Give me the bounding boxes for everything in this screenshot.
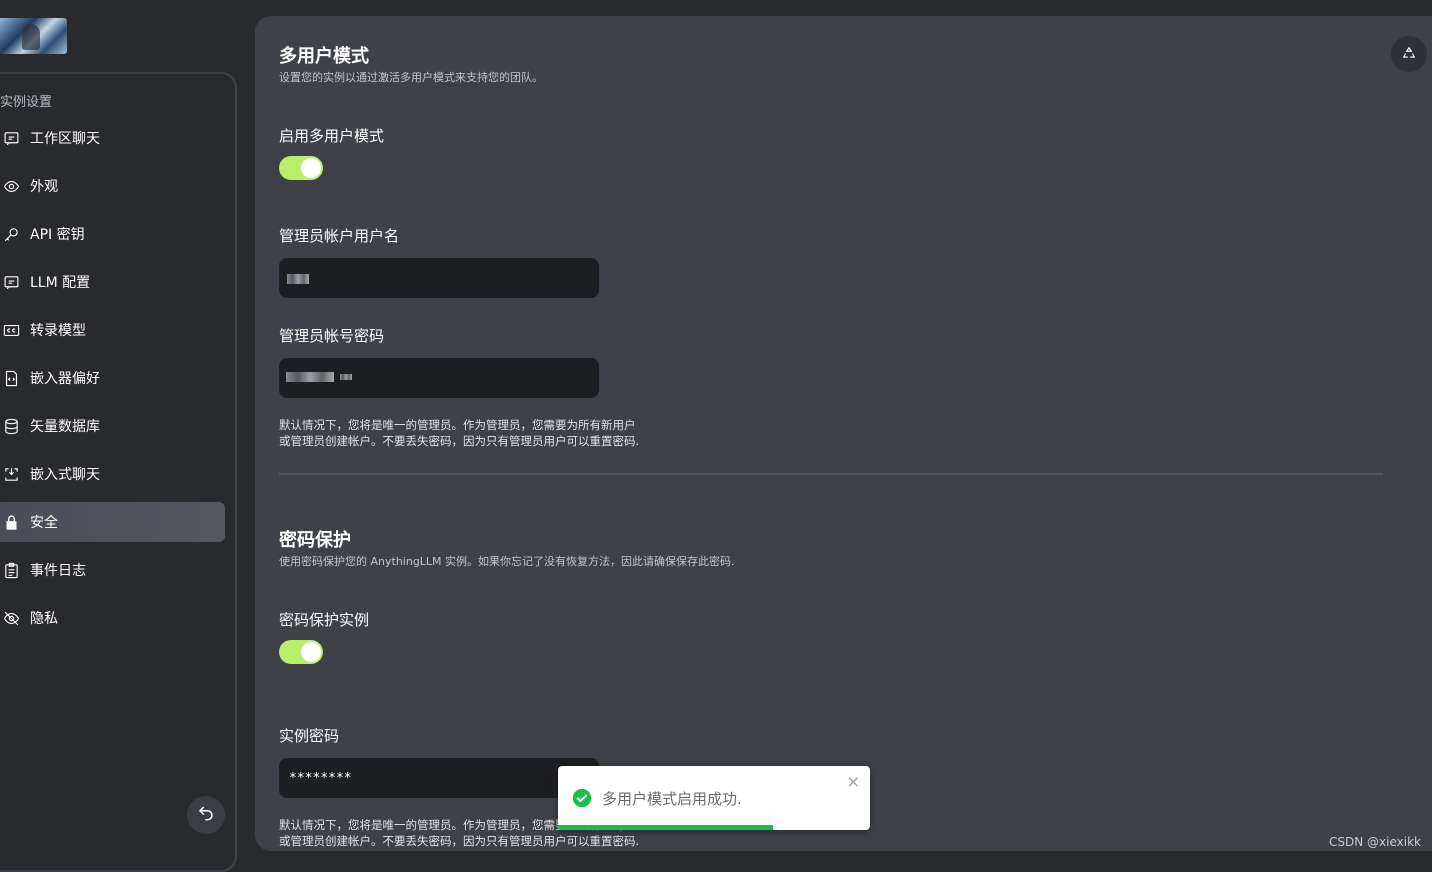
toast-close-button[interactable]: × [847, 772, 860, 791]
sidebar-item-transcription[interactable]: 转录模型 [0, 310, 225, 350]
blurred-password-tail [340, 374, 352, 380]
blurred-username [287, 274, 309, 284]
eye-icon [3, 178, 20, 195]
sidebar-item-api-keys[interactable]: API 密钥 [0, 214, 225, 254]
top-right-button[interactable] [1391, 36, 1427, 72]
sidebar-item-workspace-chat[interactable]: 工作区聊天 [0, 118, 225, 158]
note-line: 默认情况下，您将是唯一的管理员。作为管理员，您需要为所有新用户 [279, 418, 636, 432]
sidebar-item-label: 矢量数据库 [30, 419, 100, 435]
check-circle-icon [572, 788, 592, 808]
sidebar-item-security[interactable]: 安全 [0, 502, 225, 542]
sidebar-item-label: 安全 [30, 515, 58, 531]
sidebar-item-label: LLM 配置 [30, 275, 91, 291]
app-logo [0, 18, 67, 54]
file-code-icon [3, 370, 20, 387]
database-icon [3, 418, 20, 435]
toast-progress-bar [558, 825, 774, 830]
admin-password-label: 管理员帐号密码 [279, 327, 385, 345]
note-line: 或管理员创建帐户。不要丢失密码，因为只有管理员用户可以重置密码. [279, 434, 640, 448]
recycle-icon [1402, 45, 1416, 64]
undo-arrow-icon [197, 804, 215, 826]
sidebar-item-label: API 密钥 [30, 227, 85, 243]
multi-user-title: 多用户模式 [279, 46, 369, 67]
sidebar-item-vector-db[interactable]: 矢量数据库 [0, 406, 225, 446]
instance-password-input[interactable] [279, 758, 599, 798]
sidebar-section-title: 实例设置 [0, 95, 53, 110]
protect-instance-toggle[interactable] [279, 640, 323, 664]
sidebar-item-event-logs[interactable]: 事件日志 [0, 550, 225, 590]
sidebar-item-privacy[interactable]: 隐私 [0, 598, 225, 638]
watermark: CSDN @xiexikk [1329, 835, 1421, 849]
section-divider [279, 473, 1383, 475]
sidebar-item-label: 嵌入器偏好 [30, 371, 100, 387]
chat-icon [3, 274, 20, 291]
sidebar-item-label: 隐私 [30, 611, 58, 627]
lock-icon [3, 514, 20, 531]
cc-icon [3, 322, 20, 339]
protect-instance-label: 密码保护实例 [279, 611, 370, 629]
enable-multi-user-label: 启用多用户模式 [279, 127, 385, 145]
sidebar-item-label: 嵌入式聊天 [30, 467, 100, 483]
sidebar-item-appearance[interactable]: 外观 [0, 166, 225, 206]
blurred-password [286, 372, 334, 382]
key-icon [3, 226, 20, 243]
chat-icon [3, 130, 20, 147]
sidebar-item-embedder[interactable]: 嵌入器偏好 [0, 358, 225, 398]
admin-username-input[interactable] [279, 258, 599, 298]
back-button[interactable] [187, 796, 225, 834]
note-line: 或管理员创建帐户。不要丢失密码，因为只有管理员用户可以重置密码. [279, 834, 640, 848]
sidebar-item-label: 工作区聊天 [30, 131, 100, 147]
enable-multi-user-toggle[interactable] [279, 156, 323, 180]
sidebar-item-label: 事件日志 [30, 563, 86, 579]
instance-password-label: 实例密码 [279, 727, 340, 745]
sidebar-item-llm-config[interactable]: LLM 配置 [0, 262, 225, 302]
password-protection-description: 使用密码保护您的 AnythingLLM 实例。如果你忘记了没有恢复方法，因此请… [279, 555, 735, 568]
clipboard-icon [3, 562, 20, 579]
admin-username-label: 管理员帐户用户名 [279, 227, 400, 245]
sidebar-item-label: 外观 [30, 179, 58, 195]
password-protection-title: 密码保护 [279, 530, 351, 551]
eye-slash-icon [3, 610, 20, 627]
sidebar-item-label: 转录模型 [30, 323, 86, 339]
multi-user-description: 设置您的实例以通过激活多用户模式来支持您的团队。 [279, 71, 543, 84]
multi-user-note: 默认情况下，您将是唯一的管理员。作为管理员，您需要为所有新用户 或管理员创建帐户… [279, 417, 639, 449]
success-toast: 多用户模式启用成功. × [558, 766, 870, 830]
sidebar-item-embed-chat[interactable]: 嵌入式聊天 [0, 454, 225, 494]
embed-icon [3, 466, 20, 483]
toast-message: 多用户模式启用成功. [602, 790, 742, 808]
